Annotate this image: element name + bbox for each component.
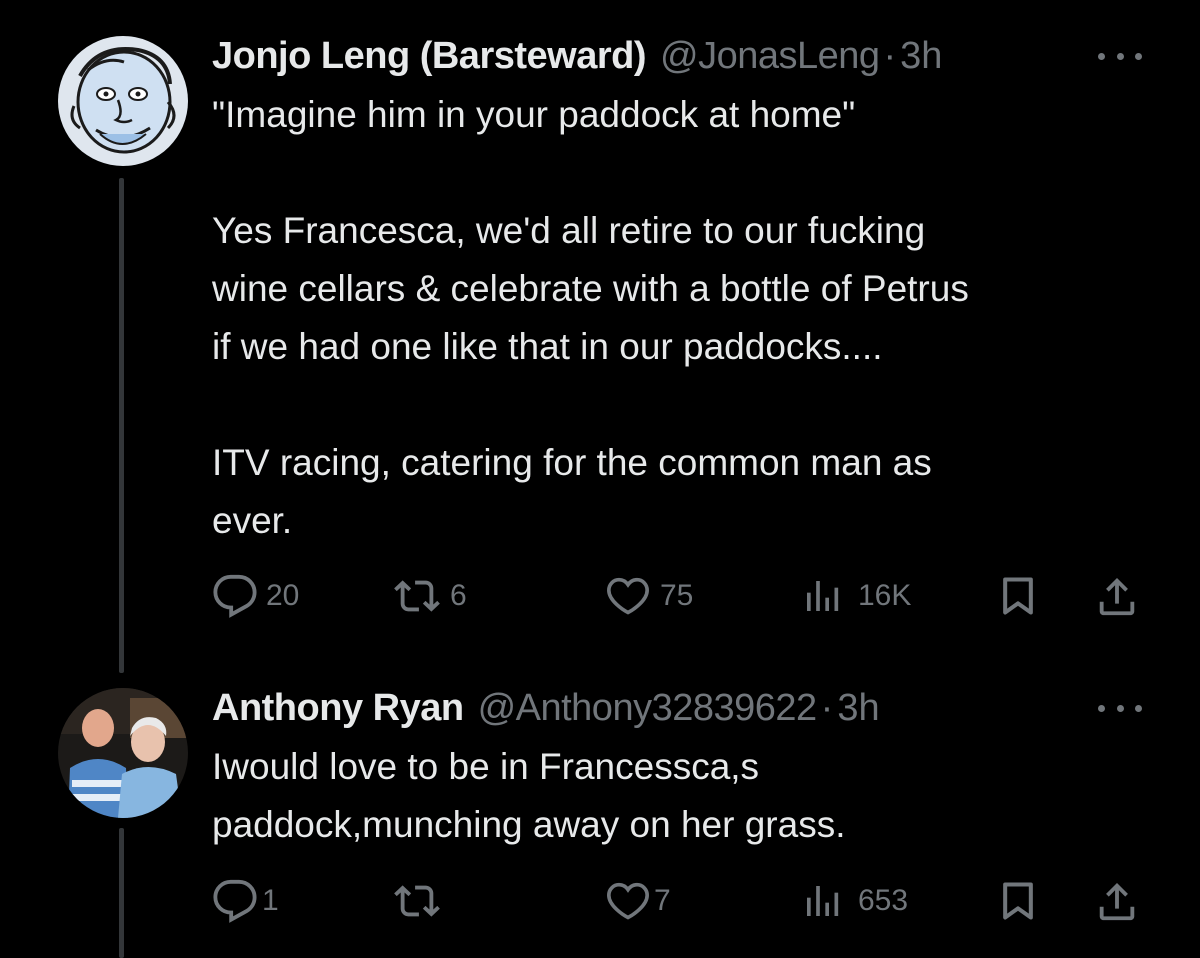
share-icon <box>1099 577 1135 616</box>
retweet-icon <box>394 580 440 612</box>
views-button[interactable]: 16K <box>802 571 911 621</box>
timestamp[interactable]: 3h <box>837 687 879 730</box>
reply-count: 20 <box>266 579 300 612</box>
like-count: 75 <box>660 579 694 612</box>
tweet-header: Anthony Ryan @Anthony32839622 · 3h <box>212 678 880 738</box>
retweet-icon <box>394 885 440 917</box>
avatar[interactable] <box>58 688 188 818</box>
reply-count: 1 <box>262 884 279 917</box>
reply-icon <box>213 879 257 923</box>
more-icon[interactable] <box>1098 46 1142 66</box>
timestamp[interactable]: 3h <box>900 35 942 78</box>
views-icon <box>807 886 839 916</box>
reply-button[interactable]: 20 <box>212 571 299 621</box>
tweet[interactable]: Anthony Ryan @Anthony32839622 · 3h Iwoul… <box>0 670 1200 958</box>
bookmark-button[interactable] <box>996 571 1040 621</box>
view-count: 653 <box>858 884 909 917</box>
heart-icon <box>607 577 649 615</box>
tweet-text: Iwould love to be in Francessca,s paddoc… <box>212 746 846 845</box>
separator-dot: · <box>820 686 834 729</box>
share-button[interactable] <box>1094 876 1140 926</box>
bookmark-button[interactable] <box>996 876 1040 926</box>
like-button[interactable]: 75 <box>604 571 693 621</box>
like-count: 7 <box>654 884 671 917</box>
bookmark-icon <box>1003 882 1033 920</box>
reply-button[interactable]: 1 <box>212 876 279 926</box>
bookmark-icon <box>1003 577 1033 615</box>
reply-icon <box>213 574 257 618</box>
retweet-button[interactable]: 6 <box>392 571 467 621</box>
retweet-button[interactable] <box>392 876 450 926</box>
caricature-avatar-image <box>58 36 188 166</box>
tweet-actions: 20 6 75 16K <box>0 571 1200 621</box>
photo-avatar-image <box>58 688 188 818</box>
more-icon[interactable] <box>1098 698 1142 718</box>
avatar[interactable] <box>58 36 188 166</box>
tweet-text: "Imagine him in your paddock at home" Ye… <box>212 94 969 541</box>
view-count: 16K <box>858 579 912 612</box>
like-button[interactable]: 7 <box>604 876 671 926</box>
display-name[interactable]: Anthony Ryan <box>212 687 464 730</box>
tweet-actions: 1 7 653 <box>0 876 1200 926</box>
tweet-header: Jonjo Leng (Barsteward) @JonasLeng · 3h <box>212 26 942 86</box>
share-icon <box>1099 882 1135 921</box>
tweet[interactable]: Jonjo Leng (Barsteward) @JonasLeng · 3h … <box>0 18 1200 678</box>
user-handle[interactable]: @Anthony32839622 <box>478 687 818 730</box>
share-button[interactable] <box>1094 571 1140 621</box>
retweet-count: 6 <box>450 579 467 612</box>
views-icon <box>807 581 839 611</box>
views-button[interactable]: 653 <box>802 876 908 926</box>
heart-icon <box>607 882 649 920</box>
separator-dot: · <box>883 34 897 77</box>
user-handle[interactable]: @JonasLeng <box>660 35 880 78</box>
display-name[interactable]: Jonjo Leng (Barsteward) <box>212 35 647 78</box>
